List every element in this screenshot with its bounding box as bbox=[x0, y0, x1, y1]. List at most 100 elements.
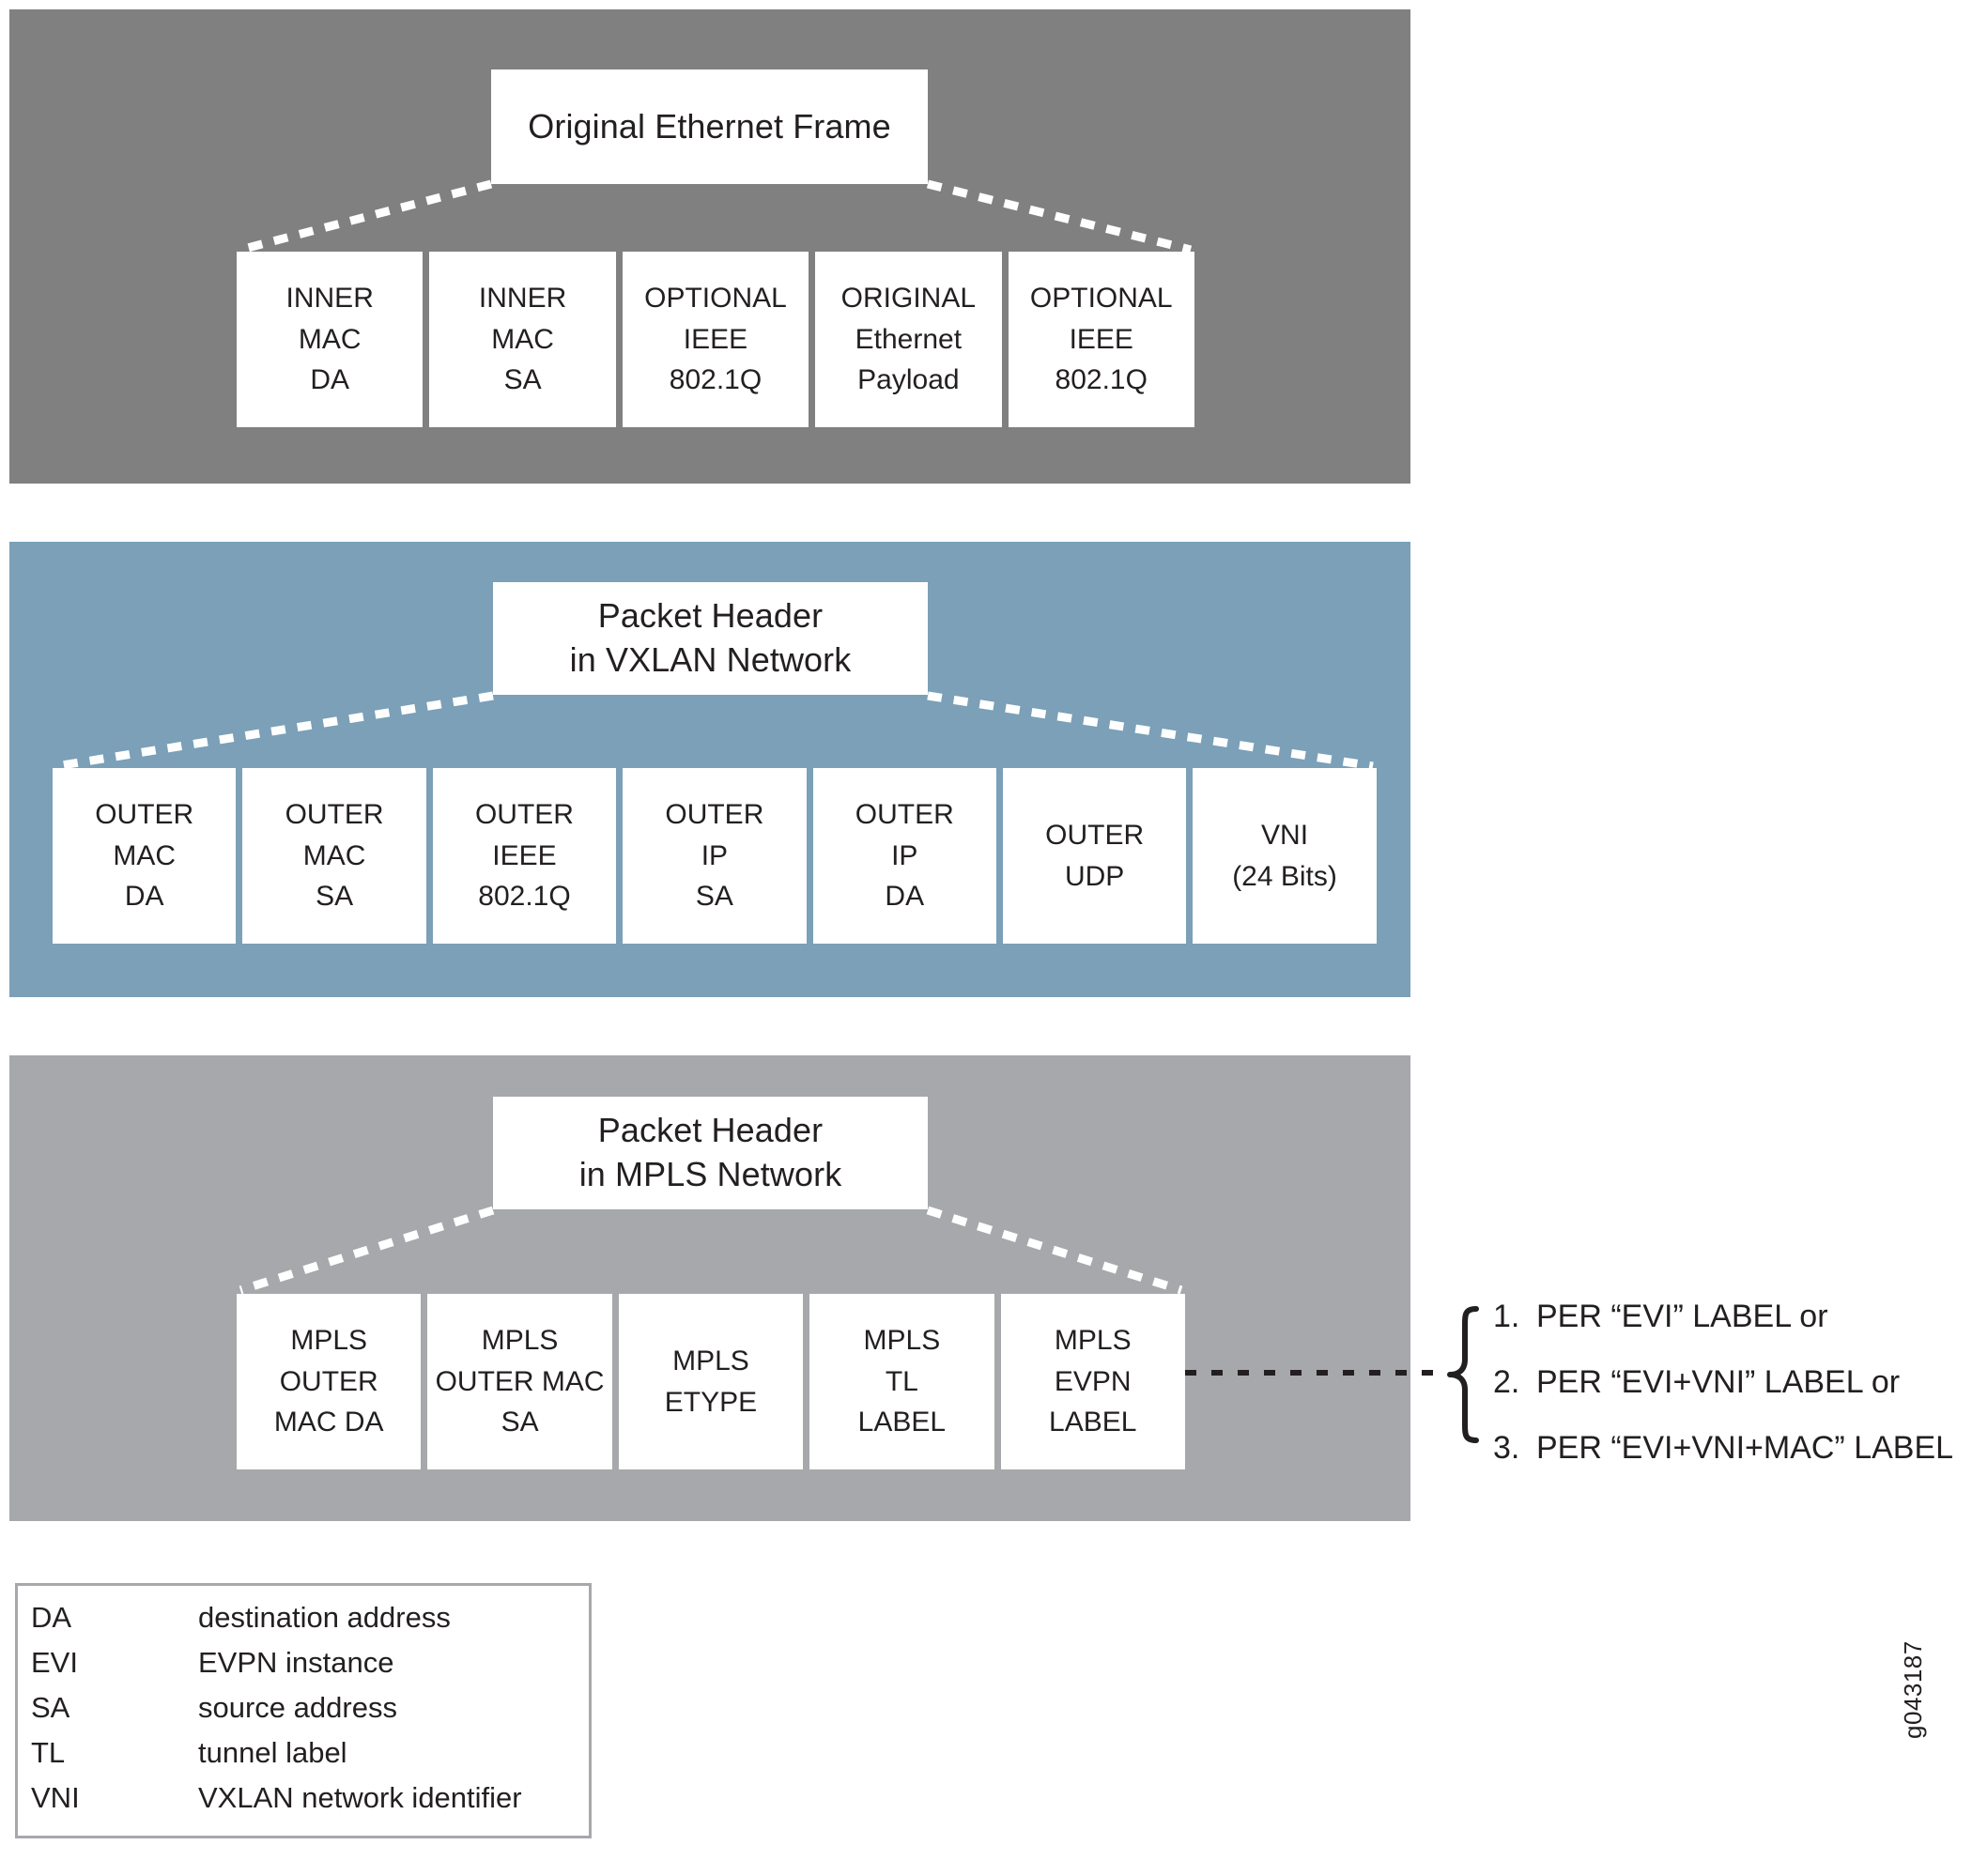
field-line: MPLS bbox=[481, 1325, 559, 1357]
field-box-mpls-outer-mac-da: MPLS OUTER MAC DA bbox=[237, 1294, 422, 1469]
legend-term: TL bbox=[31, 1736, 66, 1769]
field-line: MAC bbox=[302, 839, 366, 871]
label-option-number: 1. bbox=[1493, 1299, 1520, 1334]
field-line: MAC bbox=[298, 323, 362, 355]
field-line: VNI bbox=[1261, 820, 1309, 851]
field-line: OUTER MAC bbox=[435, 1365, 605, 1397]
field-box-inner-mac-sa: INNER MAC SA bbox=[429, 252, 616, 427]
header-line-1: Packet Header bbox=[597, 1111, 824, 1150]
field-box-outer-ieee-802-1q: OUTER IEEE 802.1Q bbox=[432, 768, 617, 944]
field-line: IP bbox=[701, 839, 729, 871]
label-option-number: 2. bbox=[1493, 1364, 1520, 1400]
field-row-packet-header-mpls: MPLS OUTER MAC DA MPLS OUTER MAC SA MPLS… bbox=[237, 1294, 1185, 1469]
legend-term: EVI bbox=[31, 1646, 78, 1679]
field-line: SA bbox=[503, 364, 542, 396]
label-option-text: PER “EVI” LABEL or bbox=[1536, 1299, 1828, 1334]
field-line: SA bbox=[316, 881, 354, 913]
field-line: ORIGINAL bbox=[840, 283, 977, 315]
label-option-text: PER “EVI+VNI+MAC” LABEL bbox=[1536, 1430, 1954, 1466]
legend-definition: VXLAN network identifier bbox=[198, 1781, 522, 1814]
field-line: IEEE bbox=[683, 323, 748, 355]
field-line: OUTER bbox=[285, 799, 384, 831]
field-line: MPLS bbox=[672, 1345, 749, 1376]
legend-term: DA bbox=[31, 1601, 72, 1634]
field-box-outer-ip-sa: OUTER IP SA bbox=[623, 768, 807, 944]
field-line: MAC bbox=[113, 839, 177, 871]
field-box-mpls-evpn-label: MPLS EVPN LABEL bbox=[1000, 1294, 1185, 1469]
legend-row-vni: VNI VXLAN network identifier bbox=[31, 1781, 589, 1826]
field-line: LABEL bbox=[857, 1407, 947, 1438]
figure-id-watermark: g043187 bbox=[1899, 1640, 1927, 1739]
legend-row-sa: SA source address bbox=[31, 1691, 589, 1736]
field-line: 802.1Q bbox=[669, 364, 763, 396]
label-option-text: PER “EVI+VNI” LABEL or bbox=[1536, 1364, 1901, 1400]
field-line: OUTER bbox=[1045, 820, 1145, 851]
legend-definition: destination address bbox=[198, 1601, 451, 1634]
header-box-original-ethernet-frame: Original Ethernet Frame bbox=[491, 69, 928, 184]
field-line: OUTER bbox=[474, 799, 574, 831]
field-line: ETYPE bbox=[664, 1386, 758, 1418]
label-option-2: 2. PER “EVI+VNI” LABEL or bbox=[1493, 1366, 1963, 1413]
header-box-packet-header-vxlan: Packet Header in VXLAN Network bbox=[493, 582, 928, 695]
field-box-outer-ip-da: OUTER IP DA bbox=[812, 768, 996, 944]
legend-term: SA bbox=[31, 1691, 70, 1724]
field-line: MAC bbox=[491, 323, 554, 355]
header-line-1: Original Ethernet Frame bbox=[528, 106, 891, 146]
legend-box: DA destination address EVI EVPN instance… bbox=[15, 1583, 592, 1838]
field-line: EVPN bbox=[1054, 1365, 1132, 1397]
field-line: SA bbox=[695, 881, 733, 913]
field-line: DA bbox=[124, 881, 164, 913]
label-option-3: 3. PER “EVI+VNI+MAC” LABEL bbox=[1493, 1432, 1963, 1479]
field-box-inner-mac-da: INNER MAC DA bbox=[237, 252, 424, 427]
field-line: MPLS bbox=[1054, 1325, 1132, 1357]
legend-row-da: DA destination address bbox=[31, 1601, 589, 1646]
curly-brace-icon bbox=[1447, 1306, 1479, 1443]
field-line: OUTER bbox=[855, 799, 954, 831]
field-line: OUTER bbox=[665, 799, 764, 831]
field-box-vni: VNI (24 Bits) bbox=[1193, 768, 1377, 944]
field-box-mpls-etype: MPLS ETYPE bbox=[618, 1294, 804, 1469]
legend-definition: source address bbox=[198, 1691, 397, 1724]
field-line: Payload bbox=[857, 364, 960, 396]
field-line: MPLS bbox=[290, 1325, 368, 1357]
field-line: MPLS bbox=[863, 1325, 941, 1357]
legend-row-tl: TL tunnel label bbox=[31, 1736, 589, 1781]
field-line: DA bbox=[310, 364, 350, 396]
field-line: OUTER bbox=[279, 1365, 378, 1397]
legend-term: VNI bbox=[31, 1781, 80, 1814]
field-line: 802.1Q bbox=[478, 881, 571, 913]
field-box-mpls-tl-label: MPLS TL LABEL bbox=[809, 1294, 994, 1469]
field-line: OPTIONAL bbox=[644, 283, 787, 315]
field-line: (24 Bits) bbox=[1232, 860, 1337, 892]
field-box-optional-ieee-802-1q-2: OPTIONAL IEEE 802.1Q bbox=[1008, 252, 1194, 427]
label-option-1: 1. PER “EVI” LABEL or bbox=[1493, 1300, 1963, 1347]
field-line: 802.1Q bbox=[1055, 364, 1148, 396]
field-row-packet-header-vxlan: OUTER MAC DA OUTER MAC SA OUTER IEEE 802… bbox=[53, 768, 1377, 944]
dotted-connector-line bbox=[1185, 1370, 1446, 1376]
field-line: DA bbox=[885, 881, 925, 913]
field-line: IP bbox=[891, 839, 918, 871]
field-line: INNER bbox=[478, 283, 567, 315]
legend-definition: EVPN instance bbox=[198, 1646, 394, 1679]
field-box-outer-udp: OUTER UDP bbox=[1002, 768, 1187, 944]
field-line: MAC DA bbox=[273, 1407, 384, 1438]
field-line: TL bbox=[885, 1365, 918, 1397]
field-line: OUTER bbox=[95, 799, 194, 831]
field-line: LABEL bbox=[1049, 1407, 1137, 1438]
field-box-original-ethernet-payload: ORIGINAL Ethernet Payload bbox=[815, 252, 1002, 427]
field-line: Ethernet bbox=[855, 323, 963, 355]
field-box-mpls-outer-mac-sa: MPLS OUTER MAC SA bbox=[427, 1294, 612, 1469]
diagram-canvas: Original Ethernet Frame INNER MAC DA INN… bbox=[0, 0, 1972, 1876]
header-line-2: in MPLS Network bbox=[578, 1155, 842, 1193]
legend-row-evi: EVI EVPN instance bbox=[31, 1646, 589, 1691]
field-line: UDP bbox=[1064, 860, 1125, 892]
field-box-outer-mac-sa: OUTER MAC SA bbox=[242, 768, 426, 944]
field-line: IEEE bbox=[1069, 323, 1133, 355]
header-line-1: Packet Header bbox=[597, 596, 824, 636]
label-option-number: 3. bbox=[1493, 1430, 1520, 1466]
header-box-packet-header-mpls: Packet Header in MPLS Network bbox=[493, 1097, 928, 1209]
field-row-original-ethernet-frame: INNER MAC DA INNER MAC SA OPTIONAL IEEE … bbox=[237, 252, 1194, 427]
legend-definition: tunnel label bbox=[198, 1736, 347, 1769]
field-line: INNER bbox=[285, 283, 374, 315]
field-box-outer-mac-da: OUTER MAC DA bbox=[53, 768, 237, 944]
